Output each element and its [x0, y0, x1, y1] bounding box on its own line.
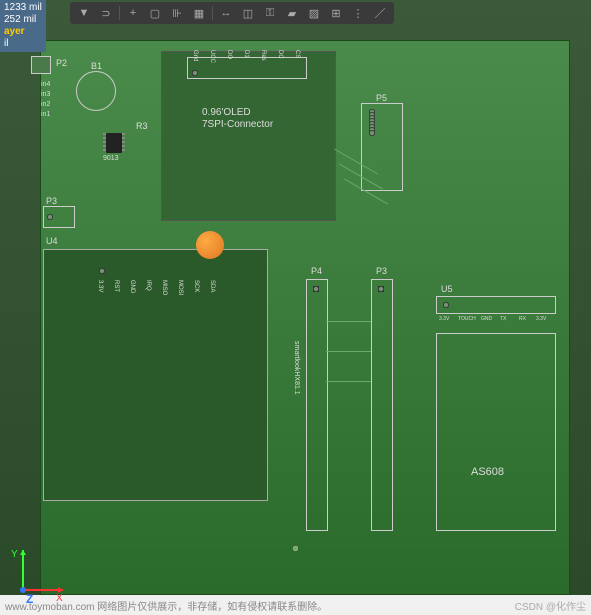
pcb-3d-viewport[interactable]: P2 B1 in4 in3 in2 in1 U3 Gnd UCC DO D1 R… [0, 0, 591, 595]
component-u3: Gnd UCC DO D1 Res DC CS 0.96'OLED 7SPI-C… [161, 51, 336, 221]
label-p4: P4 [311, 266, 322, 276]
magnet-icon[interactable]: ⊃ [96, 4, 116, 22]
label-smartlook: smartlookHX81.1 [293, 341, 300, 395]
label-p3-right: P3 [376, 266, 387, 276]
label-b1: B1 [91, 61, 102, 71]
plus-icon[interactable]: + [123, 4, 143, 22]
key-icon[interactable]: ⚿ [260, 4, 280, 22]
component-b1 [76, 71, 116, 111]
dots-icon[interactable]: ⋮ [348, 4, 368, 22]
label-u5: U5 [441, 284, 453, 294]
outline-icon[interactable]: ◫ [238, 4, 258, 22]
coordinate-panel: 1233 mil 252 mil ayer il [0, 0, 46, 52]
dimension-icon[interactable]: ↔ [216, 4, 236, 22]
label-r3: R3 [136, 121, 148, 131]
watermark-right: CSDN @化作尘 [515, 598, 586, 613]
line-icon[interactable]: ／ [370, 4, 390, 22]
component-as608 [436, 333, 556, 531]
label-in1: in1 [41, 111, 50, 118]
toolbar: ▼ ⊃ + ▢ ⊪ ▦ ↔ ◫ ⚿ ▰ ▨ ⊞ ⋮ ／ [70, 2, 394, 24]
axis-gizmo: X Y Z [8, 545, 68, 610]
oled-text2: 7SPI-Connector [202, 119, 273, 130]
chart-icon[interactable]: ▨ [304, 4, 324, 22]
label-p2: P2 [56, 58, 67, 68]
u5-header [436, 296, 556, 314]
select-icon[interactable]: ▢ [145, 4, 165, 22]
label-as608: AS608 [471, 466, 504, 478]
u3-header [187, 57, 307, 79]
axis-x-label: X [56, 593, 63, 604]
component-p3-right [371, 279, 393, 531]
filter-icon[interactable]: ▼ [74, 4, 94, 22]
label-9013: 9013 [103, 155, 119, 162]
axis-z-label: Z [26, 592, 33, 605]
axis-y-label: Y [11, 549, 18, 560]
component-p4 [306, 279, 328, 531]
label-p5: P5 [376, 93, 387, 103]
grid-icon[interactable]: ▦ [189, 4, 209, 22]
component-u4: 3.3V RST GND IRQ MISO MOSI SCK SDA [43, 249, 268, 501]
ic-9013 [106, 133, 122, 153]
grid2-icon[interactable]: ⊞ [326, 4, 346, 22]
align-icon[interactable]: ⊪ [167, 4, 187, 22]
oled-text1: 0.96'OLED [202, 107, 251, 118]
marker-sphere [196, 231, 224, 259]
label-u4: U4 [46, 236, 58, 246]
pcb-board: P2 B1 in4 in3 in2 in1 U3 Gnd UCC DO D1 R… [40, 40, 570, 595]
label-p3-left: P3 [46, 196, 57, 206]
label-in4: in4 [41, 81, 50, 88]
component-p5 [361, 103, 403, 191]
measure-icon[interactable]: ▰ [282, 4, 302, 22]
label-in2: in2 [41, 101, 50, 108]
connector-p2 [31, 56, 51, 74]
label-in3: in3 [41, 91, 50, 98]
